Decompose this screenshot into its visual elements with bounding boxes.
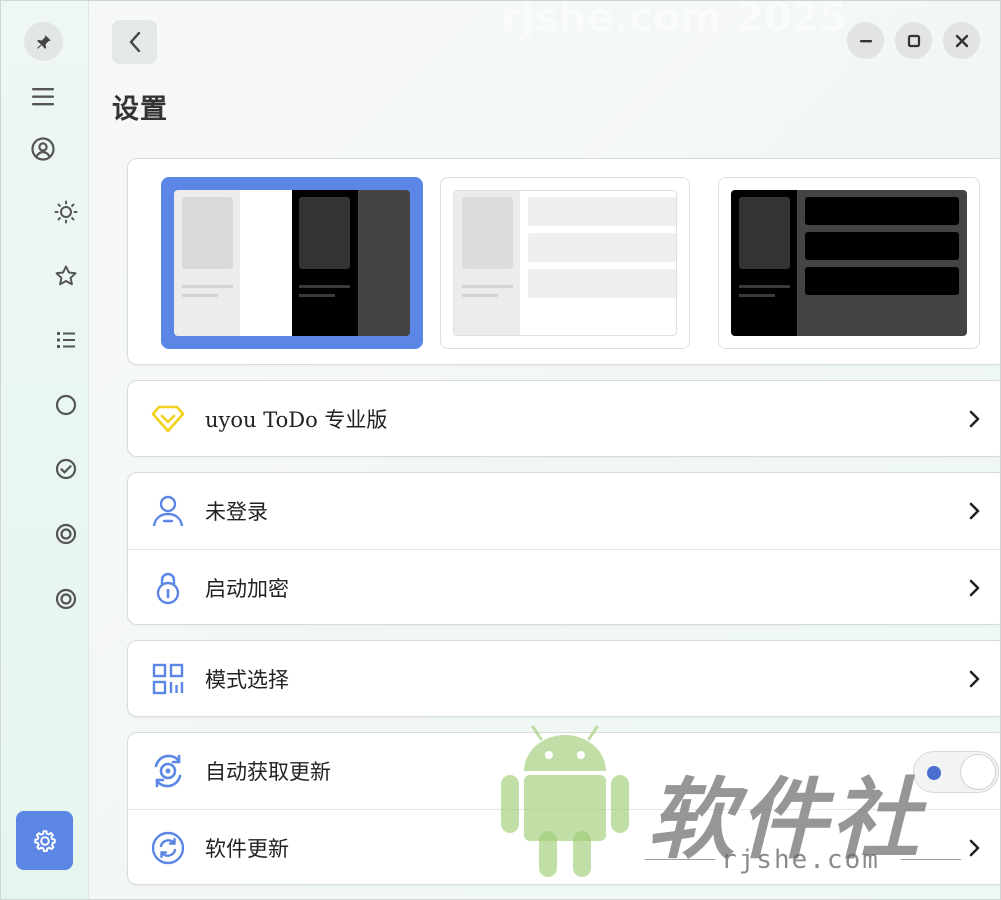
sidebar-item-pending[interactable] xyxy=(46,385,86,425)
sidebar-item-focus-2[interactable] xyxy=(46,579,86,619)
sidebar-item-completed[interactable] xyxy=(46,449,86,489)
account-button[interactable] xyxy=(23,129,63,169)
diamond-icon xyxy=(150,401,186,437)
refresh-icon xyxy=(150,830,186,866)
auto-update-label: 自动获取更新 xyxy=(205,760,331,784)
mode-label: 模式选择 xyxy=(205,668,289,692)
watermark-url: rjshe.com xyxy=(721,845,880,875)
theme-option-dark[interactable] xyxy=(718,177,980,349)
back-button[interactable] xyxy=(112,20,157,64)
close-icon xyxy=(955,34,968,47)
sidebar-item-starred[interactable] xyxy=(46,256,86,296)
hamburger-icon xyxy=(32,88,54,106)
auto-update-toggle[interactable] xyxy=(913,751,999,793)
lock-icon xyxy=(150,570,186,606)
star-icon xyxy=(55,265,77,286)
page-title: 设置 xyxy=(112,94,168,125)
auto-update-icon xyxy=(150,753,186,789)
app-window: 设置 uyou ToDo 专业版 未登录 启动加密 模式选择 自动获取更新 软件… xyxy=(0,0,1001,900)
pro-label: uyou ToDo 专业版 xyxy=(205,408,388,432)
theme-card xyxy=(127,158,1000,365)
gear-icon xyxy=(33,829,56,852)
theme-option-split[interactable] xyxy=(161,177,423,349)
sun-icon xyxy=(54,200,78,224)
encryption-row[interactable]: 启动加密 xyxy=(128,549,1000,625)
encryption-label: 启动加密 xyxy=(205,576,289,601)
pin-icon xyxy=(36,34,51,49)
pro-card: uyou ToDo 专业版 xyxy=(127,380,1000,457)
pin-button[interactable] xyxy=(24,22,63,61)
list-icon xyxy=(57,332,75,348)
login-label: 未登录 xyxy=(205,500,268,524)
mode-card: 模式选择 xyxy=(127,640,1000,717)
target-icon xyxy=(55,523,77,545)
chevron-right-icon xyxy=(964,576,984,600)
circle-icon xyxy=(55,394,77,416)
theme-option-light[interactable] xyxy=(440,177,690,349)
maximize-button[interactable] xyxy=(895,22,932,59)
menu-button[interactable] xyxy=(23,77,63,117)
theme-preview-split xyxy=(174,190,410,336)
sidebar xyxy=(1,1,89,899)
chevron-right-icon xyxy=(964,499,984,523)
chevron-right-icon xyxy=(964,407,984,431)
target-icon xyxy=(55,588,77,610)
chevron-right-icon xyxy=(964,836,984,860)
mode-row[interactable]: 模式选择 xyxy=(128,641,1000,717)
software-update-label: 软件更新 xyxy=(205,836,289,861)
chevron-left-icon xyxy=(129,31,140,53)
pro-row[interactable]: uyou ToDo 专业版 xyxy=(128,381,1000,457)
sidebar-item-lists[interactable] xyxy=(46,320,86,360)
login-row[interactable]: 未登录 xyxy=(128,473,1000,549)
watermark-top: rjshe.com 2025 xyxy=(501,0,848,41)
minimize-button[interactable] xyxy=(847,22,884,59)
close-button[interactable] xyxy=(943,22,980,59)
toggle-knob xyxy=(960,754,996,790)
watermark-line-right xyxy=(901,859,961,860)
toggle-dot xyxy=(927,766,941,780)
theme-preview-light xyxy=(453,190,677,336)
minus-icon xyxy=(859,39,872,42)
user-circle-icon xyxy=(31,137,55,161)
chevron-right-icon xyxy=(964,667,984,691)
watermark-line-left xyxy=(645,859,715,860)
android-logo-watermark xyxy=(501,725,629,877)
grid-icon xyxy=(150,661,186,697)
sidebar-item-focus-1[interactable] xyxy=(46,514,86,554)
user-icon xyxy=(150,493,186,529)
check-circle-icon xyxy=(55,458,77,480)
square-icon xyxy=(907,34,920,47)
settings-button[interactable] xyxy=(16,811,73,870)
sidebar-item-today[interactable] xyxy=(46,192,86,232)
account-card: 未登录 启动加密 xyxy=(127,472,1000,625)
theme-preview-dark xyxy=(731,190,967,336)
